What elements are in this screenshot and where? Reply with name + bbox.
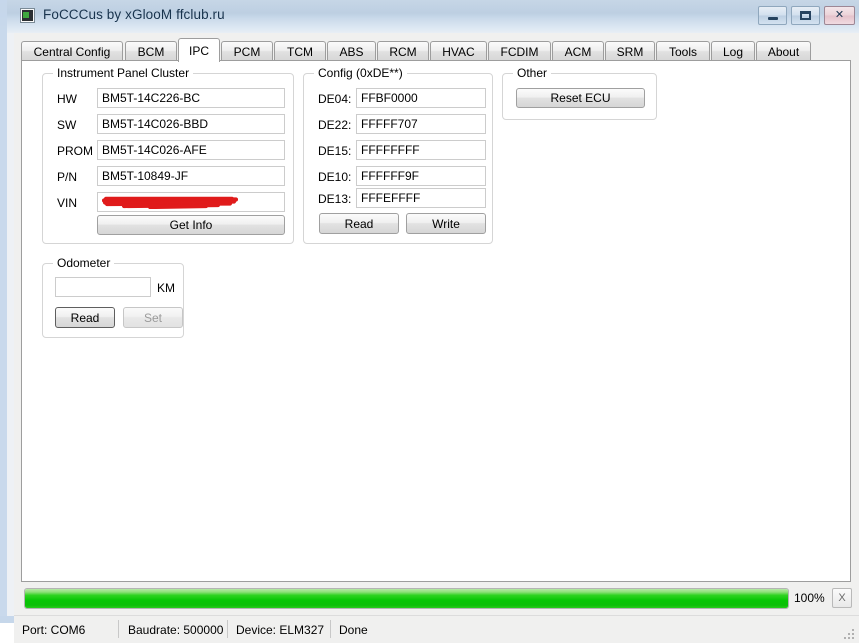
tab-bcm[interactable]: BCM <box>125 41 177 61</box>
title-bar: FoCCCus by xGlooM ffclub.ru ✕ <box>7 0 859 33</box>
config-group: Config (0xDE**) DE04: FFBF0000 DE22: FFFFF7… <box>303 66 493 244</box>
window-title: FoCCCus by xGlooM ffclub.ru <box>43 7 225 22</box>
ipc-label-vin: VIN <box>57 196 78 210</box>
odometer-set-button: Set <box>123 307 183 328</box>
vin-redaction-mark <box>102 196 238 209</box>
tab-about[interactable]: About <box>756 41 811 61</box>
tab-tcm[interactable]: TCM <box>274 41 326 61</box>
tab-rcm[interactable]: RCM <box>377 41 429 61</box>
tab-log[interactable]: Log <box>711 41 755 61</box>
config-label-de22: DE22: <box>318 118 352 132</box>
instrument-panel-cluster-group: Instrument Panel Cluster HW BM5T-14C226-B… <box>42 66 294 244</box>
minimize-button[interactable] <box>758 6 787 25</box>
config-input-de04[interactable]: FFBF0000 <box>356 88 486 108</box>
tab-central-config[interactable]: Central Config <box>21 41 123 61</box>
ipc-input-p-n[interactable]: BM5T-10849-JF <box>97 166 285 186</box>
progress-bar-fill <box>25 589 788 608</box>
other-group: Other Reset ECU <box>502 66 657 120</box>
close-button[interactable]: ✕ <box>824 6 855 25</box>
config-input-de10[interactable]: FFFFFF9F <box>356 166 486 186</box>
ipc-label-prom: PROM <box>57 144 93 158</box>
config-read-button[interactable]: Read <box>319 213 399 234</box>
ipc-input-sw[interactable]: BM5T-14C026-BBD <box>97 114 285 134</box>
tab-tools[interactable]: Tools <box>656 41 710 61</box>
ipc-label-p-n: P/N <box>57 170 78 184</box>
config-label-de04: DE04: <box>318 92 352 106</box>
ipc-label-hw: HW <box>57 92 77 106</box>
maximize-button[interactable] <box>791 6 820 25</box>
odometer-unit-label: KM <box>157 281 175 295</box>
ipc-label-sw: SW <box>57 118 77 132</box>
status-baudrate: Baudrate: 500000 <box>128 623 224 637</box>
close-icon: ✕ <box>834 9 845 21</box>
progress-percent-label: 100% <box>794 591 825 605</box>
tab-fcdim[interactable]: FCDIM <box>488 41 551 61</box>
progress-cancel-button[interactable]: X <box>832 588 852 608</box>
application-window: FoCCCus by xGlooM ffclub.ru ✕ Central Co… <box>0 0 859 643</box>
config-input-de13[interactable]: FFFEFFFF <box>356 188 486 208</box>
tab-pcm[interactable]: PCM <box>221 41 273 61</box>
ipc-input-vin[interactable] <box>97 192 285 212</box>
odometer-group: Odometer KM Read Set <box>42 256 184 338</box>
group-title-config: Config (0xDE**) <box>314 66 407 80</box>
ipc-input-prom[interactable]: BM5T-14C026-AFE <box>97 140 285 160</box>
tab-srm[interactable]: SRM <box>605 41 655 61</box>
tab-ipc[interactable]: IPC <box>178 38 220 62</box>
group-title-odometer: Odometer <box>53 256 115 270</box>
progress-bar <box>24 588 789 609</box>
tab-page-ipc: Instrument Panel Cluster HW BM5T-14C226-B… <box>21 60 851 582</box>
status-bar: Port: COM6 Baudrate: 500000 Device: ELM3… <box>14 615 859 643</box>
get-info-button[interactable]: Get Info <box>97 215 285 235</box>
tab-acm[interactable]: ACM <box>552 41 604 61</box>
group-title-other: Other <box>513 66 552 80</box>
odometer-input[interactable] <box>55 277 151 297</box>
tab-abs[interactable]: ABS <box>327 41 376 61</box>
tab-hvac[interactable]: HVAC <box>430 41 487 61</box>
group-title-ipc: Instrument Panel Cluster <box>53 66 194 80</box>
tab-strip: Central Config BCM IPC PCM TCM ABS RCM HVAC FCDI… <box>21 38 851 62</box>
resize-grip[interactable] <box>844 629 856 641</box>
status-device: Device: ELM327 <box>236 623 325 637</box>
config-label-de10: DE10: <box>318 170 352 184</box>
reset-ecu-button[interactable]: Reset ECU <box>516 88 645 108</box>
maximize-icon <box>792 7 819 24</box>
progress-row: 100% X <box>14 582 859 615</box>
status-port: Port: COM6 <box>22 623 86 637</box>
client-area: Central Config BCM IPC PCM TCM ABS RCM HVAC FCDI… <box>14 33 859 643</box>
config-input-de22[interactable]: FFFFF707 <box>356 114 486 134</box>
config-label-de13: DE13: <box>318 192 352 206</box>
odometer-read-button[interactable]: Read <box>55 307 115 328</box>
status-state: Done <box>339 623 368 637</box>
ipc-input-hw[interactable]: BM5T-14C226-BC <box>97 88 285 108</box>
config-write-button[interactable]: Write <box>406 213 486 234</box>
config-input-de15[interactable]: FFFFFFFF <box>356 140 486 160</box>
minimize-icon <box>759 7 786 24</box>
app-icon <box>20 8 35 23</box>
config-label-de15: DE15: <box>318 144 352 158</box>
